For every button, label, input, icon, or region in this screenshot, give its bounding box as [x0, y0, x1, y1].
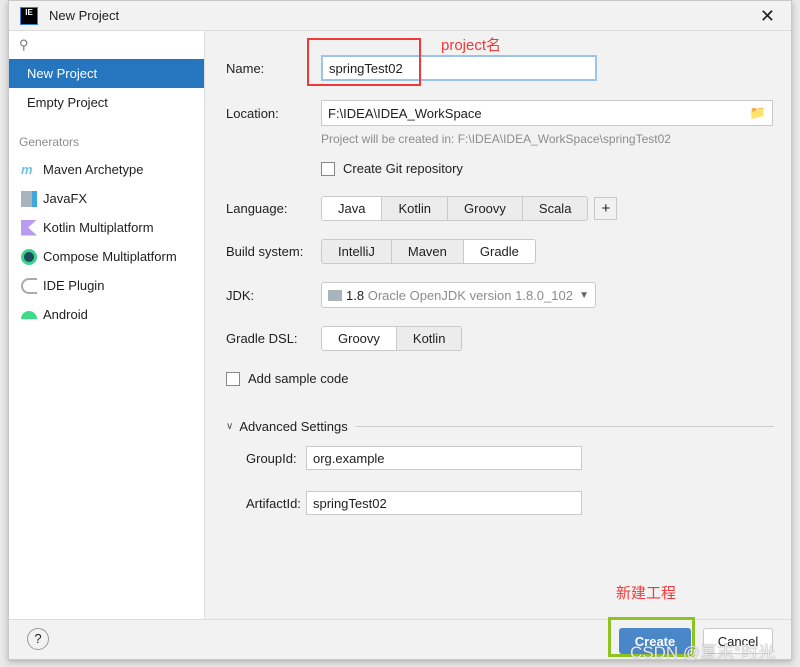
artifactid-label: ArtifactId: [246, 495, 301, 511]
gradle-dsl-selector: Groovy Kotlin [321, 326, 463, 351]
watermark: CSDN @夏末°时光 [630, 643, 775, 662]
android-icon [21, 310, 37, 319]
generators-heading: Generators [19, 135, 80, 149]
groupid-label: GroupId: [246, 450, 297, 466]
build-system-label: Build system: [226, 244, 304, 259]
location-label: Location: [226, 105, 279, 121]
language-java[interactable]: Java [322, 197, 382, 220]
build-gradle[interactable]: Gradle [462, 240, 535, 263]
divider [355, 426, 774, 427]
add-language-button[interactable]: + [594, 197, 618, 220]
artifactid-input[interactable]: springTest02 [306, 491, 582, 515]
build-maven[interactable]: Maven [390, 240, 463, 263]
intellij-logo-icon: IE [20, 6, 38, 25]
sidebar: ⚲ New Project Empty Project Generators m… [9, 31, 205, 620]
sidebar-item-ide-plugin[interactable]: IDE Plugin [9, 271, 204, 300]
close-icon[interactable]: ✕ [760, 6, 775, 27]
language-kotlin[interactable]: Kotlin [381, 197, 447, 220]
folder-icon[interactable]: 📁 [750, 105, 766, 121]
search-icon[interactable]: ⚲ [9, 31, 204, 59]
chevron-down-icon: ∨ [226, 421, 234, 432]
gradle-dsl-label: Gradle DSL: [226, 331, 298, 346]
git-checkbox[interactable]: Create Git repository [321, 161, 463, 176]
dsl-groovy[interactable]: Groovy [322, 327, 396, 350]
create-annotation: 新建工程 [616, 585, 677, 602]
name-annotation: project名 [441, 37, 502, 54]
sidebar-item-javafx[interactable]: JavaFX [9, 184, 204, 213]
name-highlight-box [307, 38, 421, 86]
sidebar-item-new-project[interactable]: New Project [9, 59, 204, 88]
groupid-input[interactable]: org.example [306, 446, 582, 470]
sidebar-item-android[interactable]: Android [9, 300, 204, 329]
sidebar-item-kotlin-multiplatform[interactable]: Kotlin Multiplatform [9, 213, 204, 242]
advanced-settings-toggle[interactable]: ∨ Advanced Settings [226, 419, 774, 434]
location-hint: Project will be created in: F:\IDEA\IDEA… [321, 132, 671, 146]
plugin-icon [21, 277, 37, 294]
dsl-kotlin[interactable]: Kotlin [395, 327, 462, 350]
compose-icon [21, 248, 37, 265]
sample-code-checkbox[interactable]: Add sample code [226, 371, 348, 386]
build-system-selector: IntelliJ Maven Gradle [321, 239, 536, 264]
help-button[interactable]: ? [27, 628, 49, 650]
language-groovy[interactable]: Groovy [447, 197, 522, 220]
javafx-icon [21, 190, 37, 207]
title-bar: IE New Project ✕ [9, 1, 791, 31]
jdk-label: JDK: [226, 287, 255, 303]
jdk-dropdown[interactable]: 1.8 Oracle OpenJDK version 1.8.0_102 ▼ [321, 282, 596, 308]
language-selector: Java Kotlin Groovy Scala [321, 196, 589, 221]
language-label: Language: [226, 201, 288, 216]
sidebar-item-maven-archetype[interactable]: m Maven Archetype [9, 155, 204, 184]
sidebar-item-compose-multiplatform[interactable]: Compose Multiplatform [9, 242, 204, 271]
maven-icon: m [21, 161, 33, 177]
sidebar-item-empty-project[interactable]: Empty Project [9, 88, 204, 117]
chevron-down-icon: ▼ [579, 289, 589, 301]
new-project-dialog: IE New Project ✕ ⚲ New Project Empty Pro… [8, 0, 792, 660]
kotlin-icon [21, 219, 37, 236]
jdk-folder-icon [328, 289, 342, 301]
language-scala[interactable]: Scala [521, 197, 588, 220]
dialog-title: New Project [49, 8, 120, 23]
location-input[interactable]: F:\IDEA\IDEA_WorkSpace 📁 [321, 100, 773, 126]
build-intellij[interactable]: IntelliJ [322, 240, 391, 263]
project-form: Name: springTest02 Location: F:\IDEA\IDEA_… [206, 31, 791, 620]
